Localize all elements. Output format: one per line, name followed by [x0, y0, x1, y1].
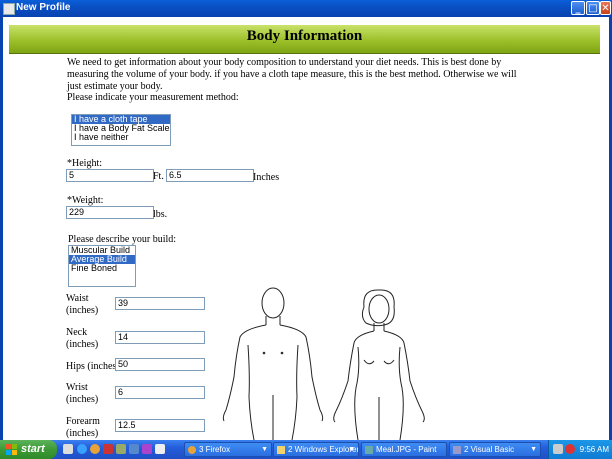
- height-feet-input[interactable]: 5: [66, 169, 154, 182]
- hips-input[interactable]: 50: [115, 358, 205, 371]
- taskbar-visual-basic[interactable]: 2 Visual Basic ▼: [449, 442, 541, 457]
- height-label: *Height:: [67, 158, 102, 169]
- waist-unit-label: (inches): [66, 305, 99, 316]
- start-button[interactable]: start: [0, 440, 57, 459]
- folder-icon: [277, 446, 285, 454]
- forearm-unit-label: (inches): [66, 428, 99, 439]
- taskbar-explorer[interactable]: 2 Windows Explorer ▼: [273, 442, 359, 457]
- neck-label: Neck: [66, 327, 88, 338]
- build-option-fine[interactable]: Fine Boned: [69, 264, 135, 273]
- minimize-button[interactable]: _: [571, 1, 585, 15]
- taskbar-paint-label: Meal.JPG - Paint: [376, 445, 437, 454]
- build-label: Please describe your build:: [68, 234, 177, 245]
- hips-label: Hips (inches): [66, 361, 120, 372]
- app-icon: [3, 3, 15, 15]
- maximize-button[interactable]: □: [586, 1, 600, 15]
- male-figure: [222, 287, 324, 440]
- weight-unit-label: lbs.: [153, 209, 168, 220]
- start-label: start: [21, 443, 45, 455]
- taskbar: start 3 Firefox ▼ 2 Windows Explorer ▼ M…: [0, 440, 612, 459]
- waist-input[interactable]: 39: [115, 297, 205, 310]
- chevron-down-icon: ▼: [261, 446, 268, 453]
- feet-unit-label: Ft.: [153, 171, 164, 182]
- weight-input[interactable]: 229: [66, 206, 154, 219]
- window-titlebar[interactable]: New Profile _ □ ✕: [0, 0, 612, 17]
- help-icon[interactable]: [553, 444, 563, 454]
- height-inches-input[interactable]: 6.5: [166, 169, 254, 182]
- taskbar-vb-label: 2 Visual Basic: [464, 445, 515, 454]
- method-label: Please indicate your measurement method:: [67, 92, 239, 103]
- app-quicklaunch-icon-4[interactable]: [142, 444, 152, 454]
- inches-unit-label: Inches: [253, 172, 280, 183]
- chevron-down-icon: ▼: [348, 446, 355, 453]
- neck-input[interactable]: 14: [115, 331, 205, 344]
- windows-flag-icon: [6, 444, 17, 455]
- forearm-label: Forearm: [66, 416, 100, 427]
- waist-label: Waist: [66, 293, 89, 304]
- build-listbox[interactable]: Muscular Build Average Build Fine Boned: [68, 245, 136, 287]
- method-option-neither[interactable]: I have neither: [72, 133, 170, 142]
- show-desktop-icon[interactable]: [63, 444, 73, 454]
- app-quicklaunch-icon-5[interactable]: [155, 444, 165, 454]
- window-title: New Profile: [16, 2, 71, 13]
- system-tray: 9:56 AM: [548, 440, 612, 459]
- weight-label: *Weight:: [67, 195, 104, 206]
- visual-basic-icon: [453, 446, 461, 454]
- taskbar-firefox[interactable]: 3 Firefox ▼: [184, 442, 272, 457]
- firefox-icon[interactable]: [90, 444, 100, 454]
- female-figure: [333, 289, 425, 440]
- neck-unit-label: (inches): [66, 339, 99, 350]
- intro-text: We need to get information about your bo…: [67, 57, 517, 92]
- forearm-input[interactable]: 12.5: [115, 419, 205, 432]
- page-title: Body Information: [246, 28, 363, 44]
- security-icon[interactable]: [565, 444, 575, 454]
- wrist-label: Wrist: [66, 382, 88, 393]
- taskbar-firefox-label: 3 Firefox: [199, 445, 231, 454]
- wrist-input[interactable]: 6: [115, 386, 205, 399]
- chevron-down-icon: ▼: [530, 446, 537, 453]
- heading-banner: Body Information: [9, 25, 600, 54]
- app-quicklaunch-icon-2[interactable]: [116, 444, 126, 454]
- app-quicklaunch-icon[interactable]: [103, 444, 113, 454]
- close-button[interactable]: ✕: [600, 1, 611, 15]
- app-quicklaunch-icon-3[interactable]: [129, 444, 139, 454]
- body-figures-illustration: [222, 287, 425, 440]
- clock[interactable]: 9:56 AM: [580, 440, 609, 459]
- wrist-unit-label: (inches): [66, 394, 99, 405]
- method-listbox[interactable]: I have a cloth tape I have a Body Fat Sc…: [71, 114, 171, 146]
- firefox-icon: [188, 446, 196, 454]
- paint-icon: [365, 446, 373, 454]
- taskbar-paint[interactable]: Meal.JPG - Paint: [361, 442, 447, 457]
- ie-icon[interactable]: [77, 444, 87, 454]
